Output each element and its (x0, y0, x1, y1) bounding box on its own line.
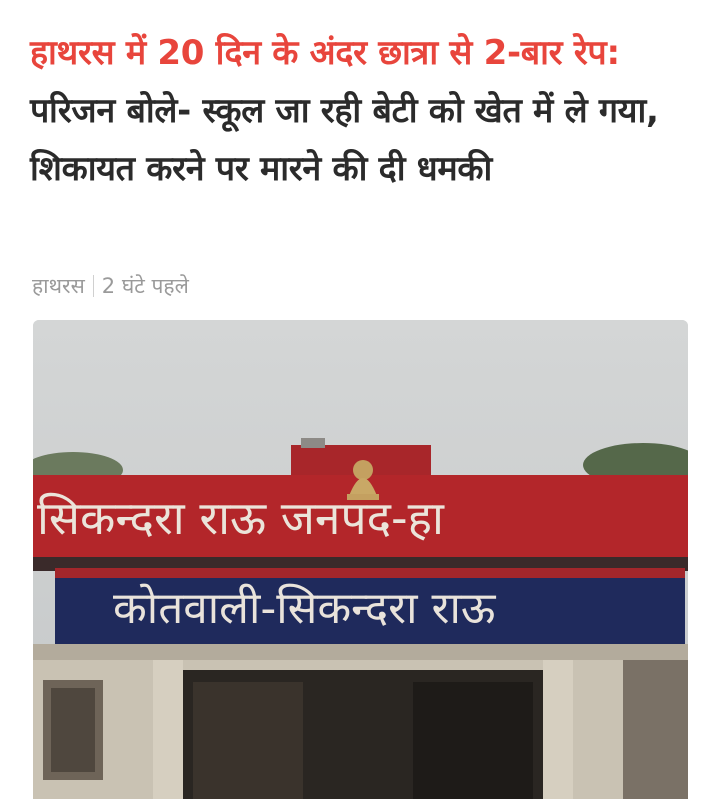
article-photo[interactable]: सिकन्दरा राऊ जनपद-हा कोतवाली-सिकन्दरा रा… (33, 320, 688, 799)
news-article-card[interactable]: हाथरस में 20 दिन के अंदर छात्रा से 2-बार… (0, 0, 720, 799)
headline-highlight: हाथरस में 20 दिन के अंदर छात्रा से 2-बार… (30, 33, 620, 73)
sign-top-text: सिकन्दरा राऊ जनपद-हा (37, 491, 445, 545)
sign-bottom-text: कोतवाली-सिकन्दरा राऊ (113, 583, 497, 634)
article-headline[interactable]: हाथरस में 20 दिन के अंदर छात्रा से 2-बार… (30, 24, 690, 198)
headline-text: परिजन बोले- स्कूल जा रही बेटी को खेत में… (30, 91, 659, 189)
police-station-image: सिकन्दरा राऊ जनपद-हा कोतवाली-सिकन्दरा रा… (33, 320, 688, 799)
article-meta: हाथरस 2 घंटे पहले (32, 270, 189, 302)
article-location: हाथरस (32, 274, 85, 298)
article-time: 2 घंटे पहले (101, 274, 189, 298)
meta-divider (92, 275, 94, 297)
